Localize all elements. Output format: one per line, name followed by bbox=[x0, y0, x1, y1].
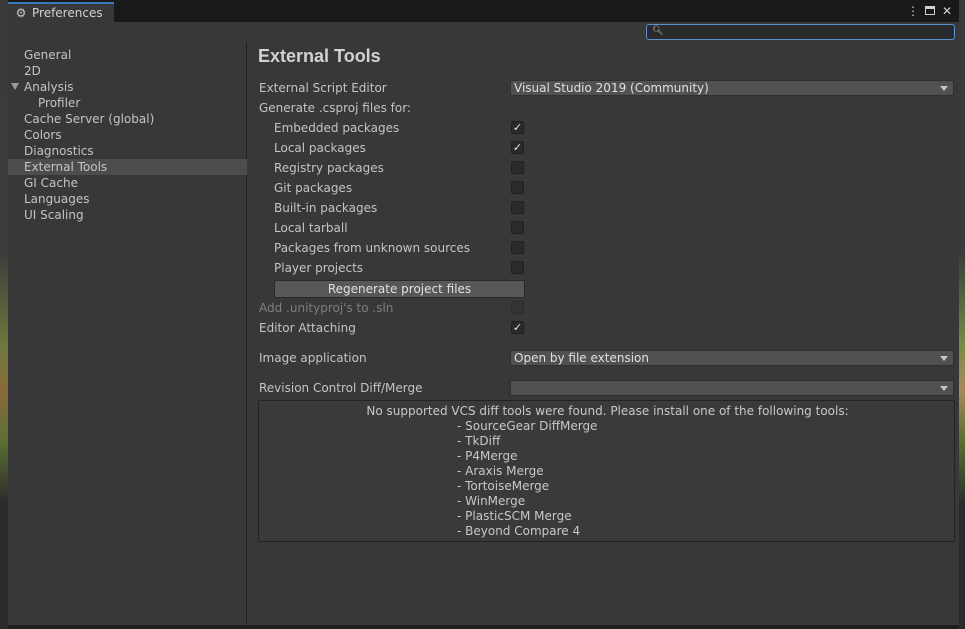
sidebar-item-gi-cache[interactable]: GI Cache bbox=[8, 175, 247, 191]
package-label-local-tarball: Local tarball bbox=[274, 221, 348, 235]
package-label-builtin: Built-in packages bbox=[274, 201, 378, 215]
scene-background-left bbox=[0, 0, 8, 629]
package-label-registry: Registry packages bbox=[274, 161, 384, 175]
sidebar-item-label: Diagnostics bbox=[24, 144, 94, 158]
sidebar-item-2d[interactable]: 2D bbox=[8, 63, 247, 79]
checkbox-unknown-sources[interactable] bbox=[511, 241, 524, 254]
checkbox-git-packages[interactable] bbox=[511, 181, 524, 194]
sidebar-item-label: 2D bbox=[24, 64, 41, 78]
editor-attaching-label: Editor Attaching bbox=[259, 321, 356, 335]
sidebar-item-diagnostics[interactable]: Diagnostics bbox=[8, 143, 247, 159]
preferences-window: ⚙ Preferences ⋮ ✕ 🔍︎ General 2D Analysis… bbox=[8, 0, 959, 625]
sidebar-item-label: Languages bbox=[24, 192, 90, 206]
search-input[interactable]: 🔍︎ bbox=[646, 24, 955, 40]
vcs-tool-item: - PlasticSCM Merge bbox=[457, 509, 572, 523]
sidebar-item-profiler[interactable]: Profiler bbox=[8, 95, 247, 111]
package-label-player-projects: Player projects bbox=[274, 261, 364, 275]
sidebar-item-label: Profiler bbox=[38, 96, 81, 110]
checkbox-local-packages[interactable]: ✓ bbox=[511, 141, 524, 154]
package-label-local: Local packages bbox=[274, 141, 366, 155]
script-editor-label: External Script Editor bbox=[259, 81, 387, 95]
sidebar-item-ui-scaling[interactable]: UI Scaling bbox=[8, 207, 247, 223]
tab-title: Preferences bbox=[32, 6, 103, 20]
chevron-down-icon bbox=[940, 86, 948, 91]
image-application-value: Open by file extension bbox=[514, 351, 649, 365]
gear-icon: ⚙ bbox=[15, 6, 27, 20]
vcs-tool-item: - TkDiff bbox=[457, 434, 501, 448]
close-icon[interactable]: ✕ bbox=[941, 3, 953, 19]
title-bar: ⚙ Preferences ⋮ ✕ bbox=[8, 0, 959, 22]
sidebar-item-label: General bbox=[24, 48, 72, 62]
sidebar-item-languages[interactable]: Languages bbox=[8, 191, 247, 207]
sidebar-item-label: Cache Server (global) bbox=[24, 112, 155, 126]
package-label-git: Git packages bbox=[274, 181, 353, 195]
package-label-embedded: Embedded packages bbox=[274, 121, 400, 135]
vcs-help-box: No supported VCS diff tools were found. … bbox=[258, 400, 955, 542]
sidebar-item-label: GI Cache bbox=[24, 176, 78, 190]
checkbox-editor-attaching[interactable]: ✓ bbox=[511, 321, 524, 334]
sidebar-item-label: Colors bbox=[24, 128, 62, 142]
chevron-down-icon bbox=[940, 356, 948, 361]
foldout-arrow-icon[interactable] bbox=[11, 83, 19, 90]
checkbox-builtin-packages[interactable] bbox=[511, 201, 524, 214]
toolbar: 🔍︎ bbox=[8, 22, 959, 42]
vcs-help-message: No supported VCS diff tools were found. … bbox=[366, 404, 849, 418]
package-label-unknown-sources: Packages from unknown sources bbox=[274, 241, 470, 255]
sidebar-item-label: External Tools bbox=[24, 160, 108, 174]
sidebar-item-colors[interactable]: Colors bbox=[8, 127, 247, 143]
sidebar-item-label: Analysis bbox=[24, 80, 74, 94]
generate-csproj-label: Generate .csproj files for: bbox=[259, 101, 411, 115]
checkbox-local-tarball[interactable] bbox=[511, 221, 524, 234]
revision-control-dropdown[interactable] bbox=[510, 380, 954, 396]
checkmark-icon: ✓ bbox=[512, 141, 523, 154]
vcs-tool-item: - Araxis Merge bbox=[457, 464, 544, 478]
preferences-tab[interactable]: ⚙ Preferences bbox=[8, 2, 114, 22]
page-title: External Tools bbox=[258, 46, 381, 66]
checkbox-add-unityproj bbox=[511, 301, 524, 314]
vcs-tool-item: - TortoiseMerge bbox=[457, 479, 550, 493]
checkmark-icon: ✓ bbox=[512, 321, 523, 334]
image-application-label: Image application bbox=[259, 351, 367, 365]
revision-control-label: Revision Control Diff/Merge bbox=[259, 381, 423, 395]
checkbox-player-projects[interactable] bbox=[511, 261, 524, 274]
more-options-icon[interactable]: ⋮ bbox=[907, 3, 919, 19]
search-icon: 🔍︎ bbox=[652, 26, 664, 36]
sidebar-item-label: UI Scaling bbox=[24, 208, 84, 222]
regenerate-project-files-button[interactable]: Regenerate project files bbox=[274, 280, 525, 298]
sidebar-item-general[interactable]: General bbox=[8, 47, 247, 63]
sidebar-item-analysis[interactable]: Analysis bbox=[8, 79, 247, 95]
script-editor-dropdown[interactable]: Visual Studio 2019 (Community) bbox=[510, 80, 954, 96]
scene-background-right bbox=[959, 0, 965, 629]
maximize-icon[interactable] bbox=[925, 6, 935, 15]
sidebar: General 2D Analysis Profiler Cache Serve… bbox=[8, 43, 247, 623]
add-unityproj-label: Add .unityproj's to .sln bbox=[259, 301, 394, 315]
vcs-tool-item: - WinMerge bbox=[457, 494, 526, 508]
vcs-tool-item: - Beyond Compare 4 bbox=[457, 524, 581, 538]
checkbox-registry-packages[interactable] bbox=[511, 161, 524, 174]
sidebar-item-cache-server[interactable]: Cache Server (global) bbox=[8, 111, 247, 127]
chevron-down-icon bbox=[940, 386, 948, 391]
vcs-tool-item: - SourceGear DiffMerge bbox=[457, 419, 598, 433]
sidebar-item-external-tools[interactable]: External Tools bbox=[8, 159, 247, 175]
image-application-dropdown[interactable]: Open by file extension bbox=[510, 350, 954, 366]
checkmark-icon: ✓ bbox=[512, 121, 523, 134]
main-panel: External Tools External Script Editor Vi… bbox=[248, 43, 959, 623]
script-editor-value: Visual Studio 2019 (Community) bbox=[514, 81, 709, 95]
window-controls: ⋮ ✕ bbox=[907, 3, 953, 19]
vcs-tool-item: - P4Merge bbox=[457, 449, 518, 463]
checkbox-embedded-packages[interactable]: ✓ bbox=[511, 121, 524, 134]
